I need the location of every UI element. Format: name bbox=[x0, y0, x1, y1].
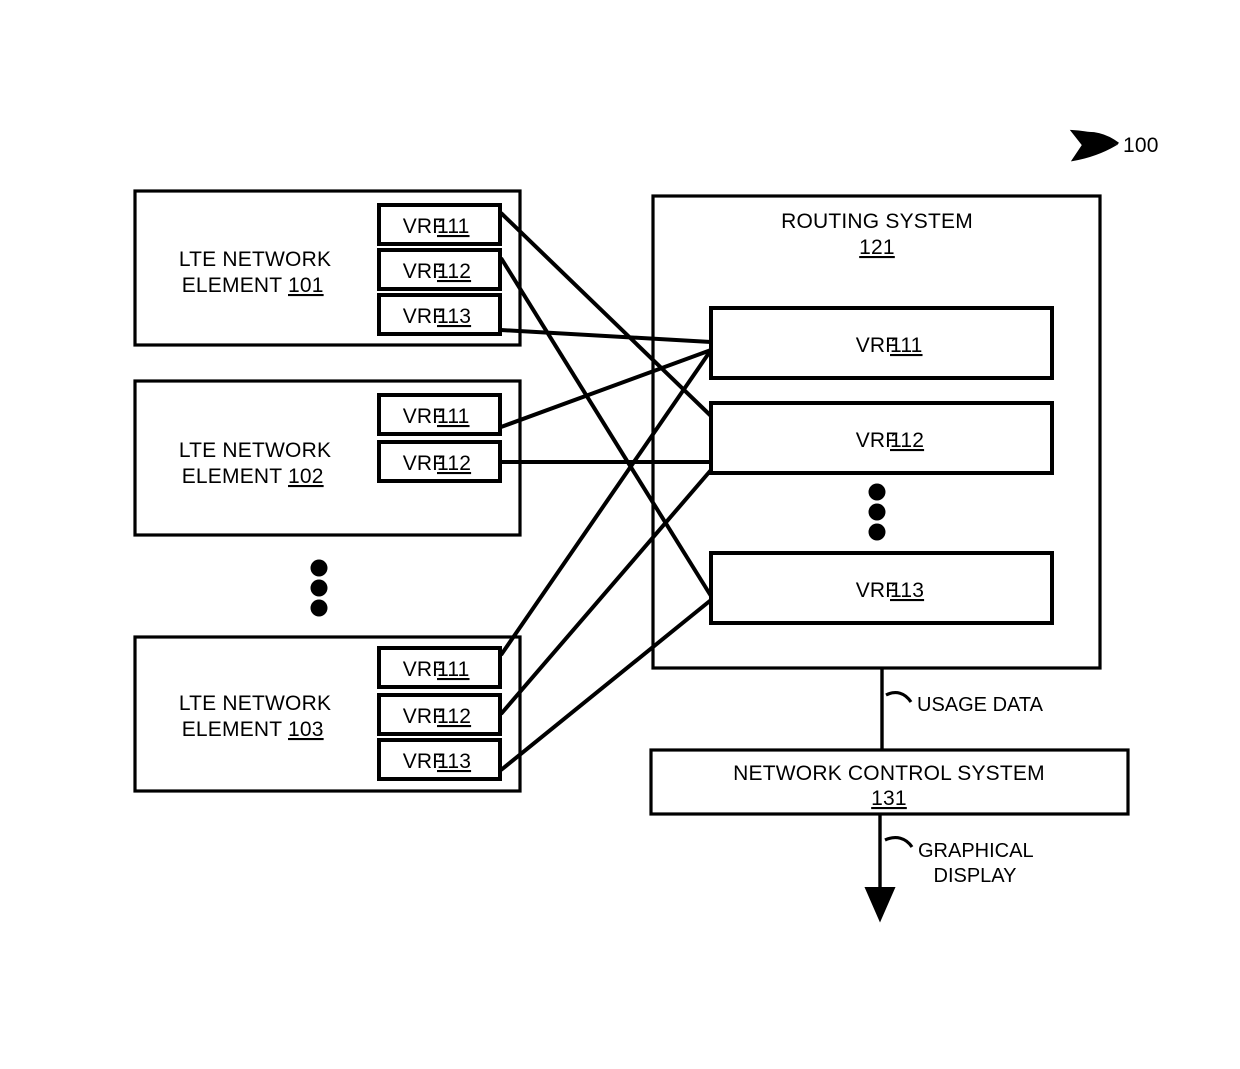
connection-line-103-111-to-111 bbox=[499, 348, 713, 657]
connection-line-101-113-to-111 bbox=[500, 328, 712, 344]
routing-vrf-box-112[interactable]: VRF 112 bbox=[709, 401, 1054, 475]
routing-vrf-box-111[interactable]: VRF 111 bbox=[709, 306, 1054, 380]
ellipsis-dot bbox=[868, 483, 886, 501]
vertical-ellipsis-routing bbox=[868, 483, 886, 541]
graphical-display-leader-curve bbox=[884, 836, 914, 848]
lte-network-element-101-title-line2: ELEMENT bbox=[182, 274, 283, 297]
vrf-box-101-113-ref: 113 bbox=[437, 305, 471, 328]
vrf-box-103-113-ref: 113 bbox=[437, 750, 471, 773]
figure-reference-group: 100 bbox=[1069, 129, 1159, 162]
graphical-display-arrowhead-icon bbox=[864, 887, 896, 923]
lte-network-element-102[interactable]: LTE NETWORK ELEMENT 102 VRF 111 VRF 112 bbox=[133, 379, 522, 537]
routing-vrf-box-113-ref: 113 bbox=[890, 579, 924, 602]
vrf-box-102-111[interactable]: VRF 111 bbox=[377, 393, 502, 436]
vertical-ellipsis-left bbox=[310, 559, 328, 617]
lte-network-element-102-title-line1: LTE NETWORK bbox=[179, 439, 331, 462]
connection-line-103-112-to-112 bbox=[499, 468, 713, 716]
ellipsis-dot bbox=[310, 599, 328, 617]
patent-figure: 100 LTE NETWORK ELEMENT 101 VRF 111 VRF … bbox=[0, 0, 1240, 1069]
vrf-box-101-112[interactable]: VRF 112 bbox=[377, 248, 502, 291]
ellipsis-dot bbox=[310, 579, 328, 597]
vrf-box-103-111[interactable]: VRF 111 bbox=[377, 646, 502, 689]
ellipsis-dot bbox=[868, 523, 886, 541]
usage-data-flow: USAGE DATA bbox=[880, 668, 1044, 750]
lte-network-element-103-ref: 103 bbox=[288, 718, 324, 741]
ellipsis-dot bbox=[868, 503, 886, 521]
lte-network-element-103-title-line1: LTE NETWORK bbox=[179, 692, 331, 715]
usage-data-label: USAGE DATA bbox=[917, 694, 1044, 716]
vrf-box-101-111[interactable]: VRF 111 bbox=[377, 203, 502, 246]
vrf-box-102-112[interactable]: VRF 112 bbox=[377, 440, 502, 483]
vrf-box-102-111-ref: 111 bbox=[437, 405, 470, 428]
routing-system[interactable]: ROUTING SYSTEM 121 VRF 111 VRF 112 VRF 1… bbox=[651, 194, 1102, 670]
vrf-box-103-111-ref: 111 bbox=[437, 658, 470, 681]
vrf-box-101-112-ref: 112 bbox=[437, 260, 471, 283]
lte-network-element-103[interactable]: LTE NETWORK ELEMENT 103 VRF 111 VRF 112 … bbox=[133, 635, 522, 793]
graphical-display-label-line2: DISPLAY bbox=[934, 865, 1017, 887]
graphical-display-flow: GRAPHICAL DISPLAY bbox=[864, 814, 1034, 923]
vrf-box-103-112[interactable]: VRF 112 bbox=[377, 693, 502, 736]
figure-reference-label: 100 bbox=[1123, 134, 1159, 157]
lte-network-element-103-title-line2: ELEMENT bbox=[182, 718, 283, 741]
routing-vrf-box-113[interactable]: VRF 113 bbox=[709, 551, 1054, 625]
lte-network-element-102-ref: 102 bbox=[288, 465, 324, 488]
connection-line-103-113-to-113 bbox=[499, 598, 713, 772]
vrf-box-102-112-ref: 112 bbox=[437, 452, 471, 475]
network-control-system-title: NETWORK CONTROL SYSTEM bbox=[733, 762, 1045, 785]
ellipsis-dot bbox=[310, 559, 328, 577]
connection-line-101-111-to-112 bbox=[499, 211, 713, 418]
connection-line-102-111-to-111 bbox=[500, 348, 712, 429]
vrf-box-101-111-ref: 111 bbox=[437, 215, 470, 238]
routing-vrf-box-111-ref: 111 bbox=[890, 334, 923, 357]
lte-network-element-101-title-line1: LTE NETWORK bbox=[179, 248, 331, 271]
network-control-system-ref: 131 bbox=[871, 787, 907, 810]
routing-vrf-box-112-ref: 112 bbox=[890, 429, 924, 452]
connection-lines-group bbox=[499, 211, 713, 772]
usage-data-leader-curve bbox=[885, 691, 913, 703]
routing-system-ref: 121 bbox=[859, 236, 895, 259]
lte-network-element-101[interactable]: LTE NETWORK ELEMENT 101 VRF 111 VRF 112 … bbox=[133, 189, 522, 347]
figure-canvas: 100 LTE NETWORK ELEMENT 101 VRF 111 VRF … bbox=[133, 129, 1159, 923]
connection-line-101-112-to-113 bbox=[499, 256, 713, 598]
vrf-box-103-113[interactable]: VRF 113 bbox=[377, 738, 502, 781]
vrf-box-101-113[interactable]: VRF 113 bbox=[377, 293, 502, 336]
vrf-box-103-112-ref: 112 bbox=[437, 705, 471, 728]
graphical-display-label-line1: GRAPHICAL bbox=[918, 840, 1034, 862]
lte-network-element-102-title-line2: ELEMENT bbox=[182, 465, 283, 488]
routing-system-title: ROUTING SYSTEM bbox=[781, 210, 973, 233]
network-control-system[interactable]: NETWORK CONTROL SYSTEM 131 bbox=[649, 748, 1130, 816]
lte-network-element-101-ref: 101 bbox=[288, 274, 324, 297]
